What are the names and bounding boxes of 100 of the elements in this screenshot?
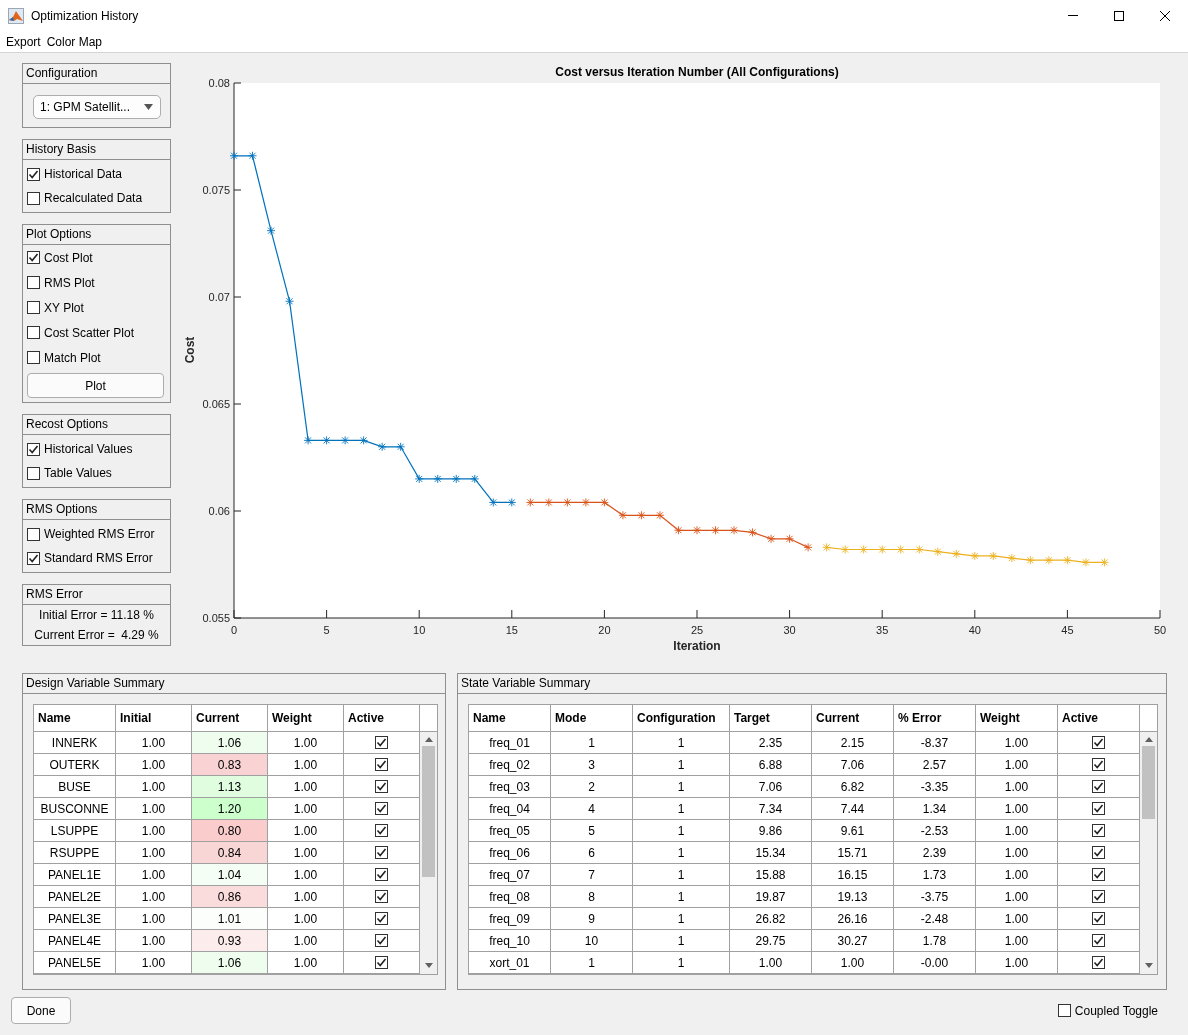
checkbox-label[interactable]: Historical Data bbox=[44, 167, 123, 181]
checkbox-label[interactable]: Recalculated Data bbox=[44, 191, 143, 205]
checkbox[interactable] bbox=[375, 890, 388, 903]
checkbox[interactable] bbox=[27, 551, 40, 565]
checkbox-label[interactable]: XY Plot bbox=[44, 300, 84, 315]
checkbox[interactable] bbox=[1092, 758, 1105, 771]
checkbox-label[interactable]: Cost Scatter Plot bbox=[44, 325, 135, 340]
table-cell: 1.00 bbox=[268, 864, 344, 886]
table-cell: PANEL5E bbox=[34, 952, 116, 974]
asterisk-marker bbox=[655, 510, 665, 520]
checkbox[interactable] bbox=[1092, 802, 1105, 815]
checkbox[interactable] bbox=[1092, 912, 1105, 925]
asterisk-marker bbox=[803, 542, 813, 552]
checkbox-label[interactable]: Historical Values bbox=[44, 442, 133, 456]
table-cell: 29.75 bbox=[730, 930, 812, 952]
column-header[interactable]: % Error bbox=[894, 705, 976, 732]
table-cell: -3.75 bbox=[894, 886, 976, 908]
checkbox[interactable] bbox=[375, 780, 388, 793]
checkbox-label[interactable]: Match Plot bbox=[44, 350, 101, 365]
checkbox[interactable] bbox=[375, 868, 388, 881]
configuration-dropdown[interactable]: 1: GPM Satellit... bbox=[33, 95, 161, 119]
asterisk-marker bbox=[377, 442, 387, 452]
column-header[interactable]: Name bbox=[34, 705, 116, 732]
checkbox[interactable] bbox=[27, 326, 40, 339]
asterisk-marker bbox=[544, 498, 554, 507]
column-header[interactable]: Target bbox=[730, 705, 812, 732]
column-header[interactable]: Current bbox=[812, 705, 894, 732]
checkbox[interactable] bbox=[27, 527, 40, 541]
checkbox[interactable] bbox=[1092, 824, 1105, 837]
table-cell: BUSE bbox=[34, 776, 116, 798]
table-cell: freq_06 bbox=[469, 842, 551, 864]
column-header[interactable]: Weight bbox=[976, 705, 1058, 732]
checkbox[interactable] bbox=[375, 802, 388, 815]
scroll-down-icon[interactable] bbox=[1144, 963, 1153, 968]
checkbox[interactable] bbox=[27, 351, 40, 364]
checkbox[interactable] bbox=[1092, 868, 1105, 881]
vertical-scrollbar[interactable] bbox=[420, 732, 437, 974]
checkbox[interactable] bbox=[375, 956, 388, 969]
vertical-scrollbar[interactable] bbox=[1140, 732, 1157, 974]
checkbox[interactable] bbox=[1092, 934, 1105, 947]
column-header[interactable]: Weight bbox=[268, 705, 344, 732]
checkbox[interactable] bbox=[1092, 736, 1105, 749]
table-cell: 1.00 bbox=[976, 952, 1058, 974]
checkbox[interactable] bbox=[1092, 890, 1105, 903]
table-cell: 1.00 bbox=[976, 754, 1058, 776]
column-header[interactable]: Name bbox=[469, 705, 551, 732]
checkbox[interactable] bbox=[27, 466, 40, 480]
table-cell: PANEL3E bbox=[34, 908, 116, 930]
table-cell: 1 bbox=[633, 842, 730, 864]
asterisk-marker bbox=[692, 525, 702, 535]
table-cell: 1.00 bbox=[976, 820, 1058, 842]
checkbox[interactable] bbox=[27, 191, 40, 205]
checkbox[interactable] bbox=[1092, 780, 1105, 793]
table-cell: 1.00 bbox=[116, 908, 192, 930]
column-header[interactable]: Configuration bbox=[633, 705, 730, 732]
checkbox[interactable] bbox=[27, 301, 40, 314]
done-button[interactable]: Done bbox=[11, 997, 71, 1024]
checkbox-label[interactable]: Standard RMS Error bbox=[44, 551, 153, 565]
checkbox[interactable] bbox=[27, 276, 40, 289]
column-header[interactable]: Active bbox=[344, 705, 420, 732]
menu-item[interactable]: Color Map bbox=[43, 34, 106, 49]
checkbox[interactable] bbox=[375, 912, 388, 925]
checkbox[interactable] bbox=[27, 167, 40, 181]
checkbox[interactable] bbox=[375, 934, 388, 947]
scrollbar-thumb[interactable] bbox=[1142, 746, 1155, 819]
checkbox[interactable] bbox=[375, 736, 388, 749]
table-cell: 1.20 bbox=[192, 798, 268, 820]
checkbox-label[interactable]: Coupled Toggle bbox=[1074, 1003, 1158, 1018]
checkbox-label[interactable]: RMS Plot bbox=[44, 275, 95, 290]
table-cell: 1.00 bbox=[268, 754, 344, 776]
checkbox-label[interactable]: Table Values bbox=[44, 466, 112, 480]
scroll-down-icon[interactable] bbox=[424, 963, 433, 968]
menu-item[interactable]: Export bbox=[3, 34, 44, 49]
y-tick-label: 0.055 bbox=[202, 612, 230, 624]
column-header[interactable]: Active bbox=[1058, 705, 1140, 732]
scrollbar-thumb[interactable] bbox=[422, 746, 435, 877]
column-header[interactable]: Mode bbox=[551, 705, 633, 732]
checkbox-label[interactable]: Weighted RMS Error bbox=[44, 527, 155, 541]
table-cell: 7.34 bbox=[730, 798, 812, 820]
column-header[interactable]: Current bbox=[192, 705, 268, 732]
column-header[interactable]: Initial bbox=[116, 705, 192, 732]
checkbox[interactable] bbox=[1092, 846, 1105, 859]
checkbox[interactable] bbox=[1092, 956, 1105, 969]
table-cell: freq_05 bbox=[469, 820, 551, 842]
checkbox[interactable] bbox=[1057, 1004, 1071, 1017]
checkbox-label[interactable]: Cost Plot bbox=[44, 250, 93, 265]
checkbox[interactable] bbox=[27, 442, 40, 456]
x-tick-label: 20 bbox=[598, 624, 611, 636]
asterisk-marker bbox=[896, 545, 906, 554]
y-tick-label: 0.065 bbox=[202, 398, 230, 410]
table-cell: PANEL1E bbox=[34, 864, 116, 886]
scroll-up-icon[interactable] bbox=[1144, 737, 1153, 742]
table-cell: freq_03 bbox=[469, 776, 551, 798]
checkbox[interactable] bbox=[27, 251, 40, 264]
checkbox[interactable] bbox=[375, 824, 388, 837]
checkbox[interactable] bbox=[375, 846, 388, 859]
scroll-up-icon[interactable] bbox=[424, 737, 433, 742]
checkbox[interactable] bbox=[375, 758, 388, 771]
plot-button[interactable]: Plot bbox=[27, 373, 164, 398]
peak-logo-icon bbox=[8, 7, 24, 24]
